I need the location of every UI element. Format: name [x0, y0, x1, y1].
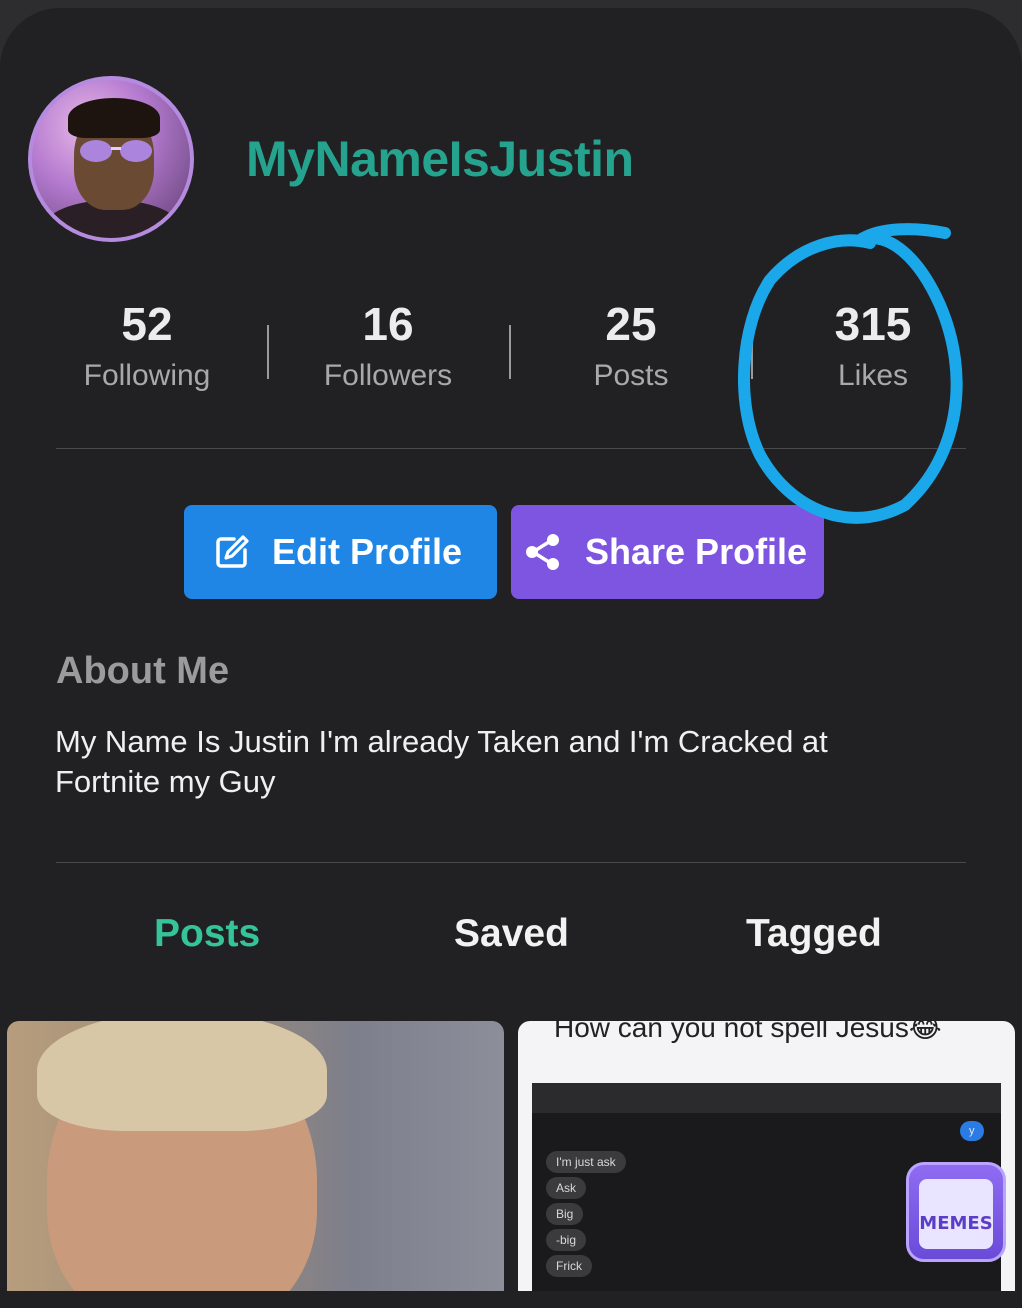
chat-bubble: -big: [546, 1229, 587, 1251]
divider-line: [56, 862, 966, 863]
stat-value: 16: [362, 298, 414, 350]
chat-bubble: Ask: [546, 1177, 587, 1199]
edit-icon: [216, 535, 249, 568]
stat-followers[interactable]: 16 Followers: [288, 295, 488, 393]
sunglasses-icon: [80, 140, 152, 162]
share-icon: [526, 534, 559, 570]
stat-following[interactable]: 52 Following: [47, 295, 247, 393]
stat-label: Followers: [323, 359, 453, 392]
stat-label: Following: [83, 359, 211, 392]
stat-divider: [509, 325, 511, 379]
stat-label: Posts: [593, 359, 669, 392]
stat-posts[interactable]: 25 Posts: [531, 295, 731, 393]
kid-hair-image: [37, 1021, 327, 1131]
edit-profile-button[interactable]: Edit Profile: [184, 505, 497, 599]
memes-watermark-logo: MEMES: [906, 1162, 1006, 1262]
chat-bubble: Frick: [546, 1255, 592, 1277]
post-thumbnail[interactable]: [7, 1021, 504, 1291]
about-me-heading: About Me: [56, 650, 230, 692]
edit-profile-label: Edit Profile: [272, 531, 463, 572]
about-me-text: My Name Is Justin I'm already Taken and …: [55, 724, 828, 799]
stat-value: 52: [121, 298, 173, 350]
share-profile-label: Share Profile: [585, 531, 808, 572]
watermark-text: MEMES: [919, 1213, 993, 1234]
tab-posts[interactable]: Posts: [154, 912, 260, 956]
chat-bubble: Big: [546, 1203, 584, 1225]
hand-drawn-circle-annotation: [737, 223, 963, 524]
avatar[interactable]: [28, 76, 194, 242]
tab-tagged[interactable]: Tagged: [746, 912, 882, 956]
stat-value: 25: [605, 298, 657, 350]
username: MyNameIsJustin: [246, 131, 634, 187]
chat-bubble: I'm just ask: [546, 1151, 626, 1173]
stat-divider: [267, 325, 269, 379]
post-caption: How can you not spell Jesus😂: [554, 1021, 942, 1043]
chat-bubble: y: [960, 1121, 984, 1141]
chat-topbar: [532, 1083, 1001, 1113]
tab-saved[interactable]: Saved: [454, 912, 569, 956]
avatar-hair: [68, 98, 160, 138]
